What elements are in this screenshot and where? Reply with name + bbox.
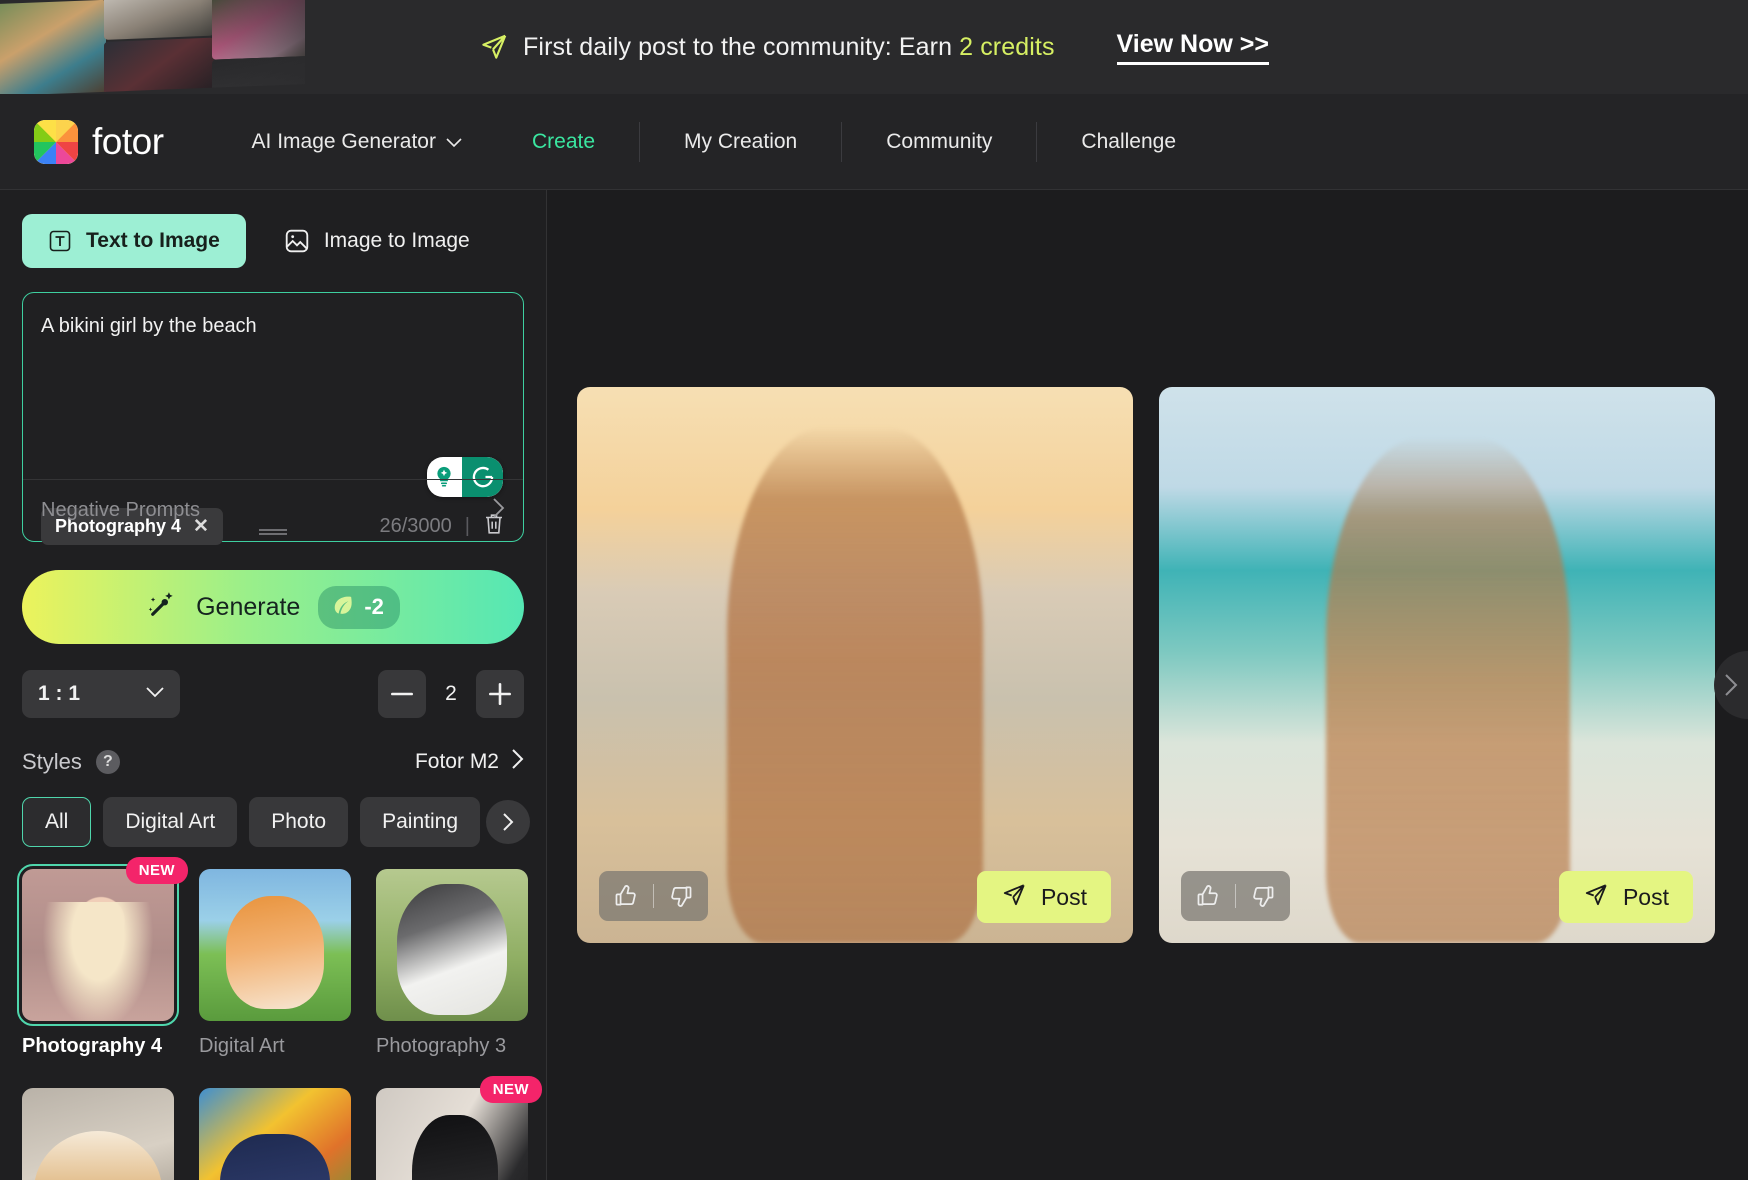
main-navbar: fotor AI Image Generator Create My Creat… [0, 94, 1748, 190]
credit-cost-value: -2 [364, 594, 384, 619]
style-label: Photography 3 [376, 1035, 507, 1057]
nav-link-my-creation[interactable]: My Creation [640, 130, 841, 154]
chevron-down-icon [146, 685, 164, 703]
decrement-button[interactable] [378, 670, 426, 718]
image-count-value: 2 [445, 682, 457, 705]
thumbs-down-icon[interactable] [1250, 883, 1276, 909]
fotor-logo-icon [34, 119, 78, 164]
magic-wand-icon [146, 589, 178, 626]
filter-chip-painting[interactable]: Painting [360, 797, 480, 847]
ai-image-generator-dropdown[interactable]: AI Image Generator [226, 130, 488, 154]
resize-handle[interactable] [259, 529, 287, 535]
generation-controls: 1 : 1 2 [22, 670, 524, 718]
style-filter-row: All Digital Art Photo Painting [22, 797, 530, 847]
help-icon[interactable]: ? [95, 749, 120, 774]
vote-divider [1235, 884, 1236, 908]
tab-image-to-image[interactable]: Image to Image [258, 214, 496, 268]
styles-header: Styles ? Fotor M2 [22, 748, 524, 775]
new-badge: NEW [479, 1076, 542, 1103]
vote-divider [653, 884, 654, 908]
filter-chip-photo[interactable]: Photo [249, 797, 349, 847]
fotor-ai-image-generator-app: First daily post to the community: Earn … [0, 0, 1748, 1180]
collage-tile [104, 0, 214, 40]
style-card-row2-2[interactable] [199, 1088, 351, 1180]
nav-link-community[interactable]: Community [842, 130, 1036, 154]
style-card-row2-3[interactable]: NEW [376, 1076, 542, 1180]
thumbs-down-icon[interactable] [668, 883, 694, 909]
tab-image-to-image-label: Image to Image [323, 229, 470, 252]
nav-link-create[interactable]: Create [488, 130, 639, 154]
nav-link-challenge[interactable]: Challenge [1037, 130, 1220, 154]
vote-group [1181, 871, 1290, 921]
new-badge: NEW [125, 857, 188, 884]
results-canvas: Post Post [547, 190, 1748, 1180]
style-card-row2-1[interactable] [22, 1088, 174, 1180]
aspect-ratio-select[interactable]: 1 : 1 [22, 670, 180, 718]
paper-plane-icon [1583, 882, 1609, 913]
paper-plane-icon [1001, 882, 1027, 913]
chevron-right-icon [511, 748, 524, 775]
collage-tile [104, 37, 214, 94]
prompt-editor[interactable]: A bikini girl by the beach Photography 4… [22, 292, 524, 545]
view-now-button[interactable]: View Now >> [1116, 30, 1269, 65]
tab-text-to-image-label: Text to Image [86, 229, 220, 252]
credit-cost-badge: -2 [318, 585, 400, 629]
vote-group [599, 871, 708, 921]
fotor-logo[interactable]: fotor [34, 119, 164, 164]
style-thumbnail[interactable] [199, 1088, 351, 1180]
filter-chip-digital-art[interactable]: Digital Art [103, 797, 238, 847]
negative-prompts-row[interactable]: Negative Prompts [23, 479, 523, 541]
chevron-down-icon [446, 130, 462, 154]
mode-tab-group: Text to Image Image to Image [22, 214, 524, 268]
generate-label: Generate [196, 592, 301, 621]
style-card-photography-3[interactable]: Photography 3 [376, 869, 528, 1058]
next-results-button[interactable] [1714, 651, 1748, 719]
leaf-icon [330, 592, 356, 623]
negative-prompts-label: Negative Prompts [41, 499, 200, 521]
promo-banner: First daily post to the community: Earn … [0, 0, 1748, 94]
result-card[interactable]: Post [577, 387, 1133, 943]
model-name: Fotor M2 [414, 749, 499, 773]
style-thumbnail[interactable] [22, 1088, 174, 1180]
fotor-logo-text: fotor [92, 120, 164, 162]
style-label: Digital Art [199, 1035, 285, 1057]
style-label: Photography 4 [22, 1035, 163, 1057]
post-label: Post [1622, 883, 1669, 910]
style-thumbnail[interactable] [17, 864, 179, 1026]
model-selector[interactable]: Fotor M2 [415, 748, 524, 775]
aspect-ratio-value: 1 : 1 [38, 682, 81, 705]
ai-image-generator-label: AI Image Generator [251, 129, 436, 153]
result-grid: Post Post [577, 387, 1715, 943]
style-card-photography-4[interactable]: NEW Photography 4 [17, 857, 188, 1058]
result-card[interactable]: Post [1159, 387, 1715, 943]
style-thumbnail[interactable] [199, 869, 351, 1021]
filter-next-button[interactable] [486, 800, 530, 844]
image-icon [284, 228, 310, 254]
styles-title: Styles [22, 748, 82, 774]
chevron-right-icon [492, 497, 505, 524]
filter-chip-all[interactable]: All [22, 797, 92, 847]
post-button[interactable]: Post [976, 871, 1111, 923]
style-thumbnail[interactable] [376, 869, 528, 1021]
tab-text-to-image[interactable]: Text to Image [22, 214, 246, 268]
style-grid: NEW Photography 4 Digital Art Photograph… [17, 857, 542, 1180]
thumbs-up-icon[interactable] [1195, 883, 1221, 909]
text-icon [48, 229, 72, 253]
generator-sidebar: Text to Image Image to Image A bikini gi… [0, 190, 547, 1180]
thumbs-up-icon[interactable] [613, 883, 639, 909]
post-button[interactable]: Post [1558, 871, 1693, 923]
post-label: Post [1040, 883, 1087, 910]
image-count-stepper: 2 [378, 670, 524, 718]
increment-button[interactable] [476, 670, 524, 718]
collage-tile [0, 0, 106, 94]
paper-plane-icon [479, 32, 509, 62]
collage-fade [200, 0, 360, 94]
style-card-digital-art[interactable]: Digital Art [199, 869, 351, 1058]
generate-button[interactable]: Generate -2 [22, 570, 524, 644]
promo-message: First daily post to the community: Earn … [523, 32, 1055, 61]
prompt-input[interactable]: A bikini girl by the beach [41, 313, 505, 340]
